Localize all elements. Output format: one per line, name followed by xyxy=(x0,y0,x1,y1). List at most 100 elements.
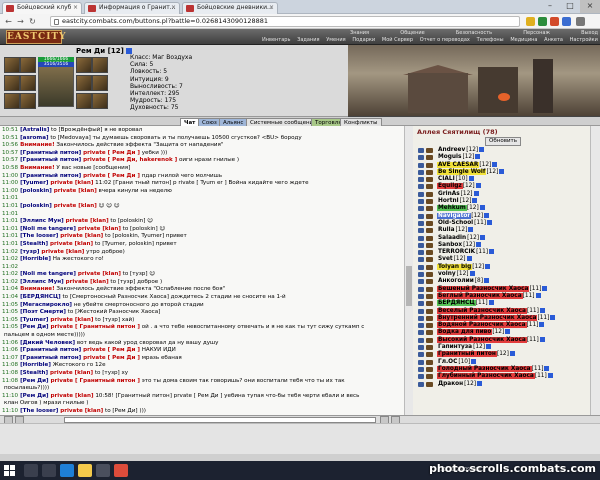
user-name[interactable]: volny xyxy=(437,271,457,277)
private-icon[interactable] xyxy=(418,177,424,183)
forward-icon[interactable]: → xyxy=(15,16,26,27)
user-row[interactable]: Глубинный Разносчик Хаоса[11] xyxy=(415,373,595,380)
private-icon[interactable] xyxy=(418,359,424,365)
info-icon[interactable] xyxy=(484,278,490,284)
user-name[interactable]: GrinAs xyxy=(437,191,461,197)
sender-name[interactable]: [Мегаспирокло] xyxy=(20,302,72,308)
sender-name[interactable]: [БЕРДЯНСЦ] xyxy=(20,294,61,300)
private-icon[interactable] xyxy=(418,272,424,278)
user-row[interactable]: Дракон[12] xyxy=(415,380,595,388)
private-tag[interactable]: private [klan] xyxy=(52,188,97,194)
private-tag[interactable]: private [klan] xyxy=(76,226,121,232)
user-name[interactable]: TERRORCIK xyxy=(437,249,476,255)
user-name[interactable]: Be Single Wolf xyxy=(437,168,487,175)
equipment-slot[interactable] xyxy=(20,57,36,73)
private-tag[interactable]: private [ Рем Ди ] xyxy=(81,150,140,156)
equipment-slot[interactable] xyxy=(76,57,92,73)
private-icon[interactable] xyxy=(418,279,424,285)
user-name[interactable]: Andreev xyxy=(437,147,466,153)
equipment-slot[interactable] xyxy=(4,93,20,109)
user-row[interactable]: Веселый Разносчик Хаоса[11] xyxy=(415,307,595,315)
private-tag[interactable]: Внимание! xyxy=(20,286,55,292)
sender-name[interactable]: [Stealth] xyxy=(20,241,48,247)
private-icon[interactable] xyxy=(418,286,424,292)
user-name[interactable]: Анкоголии xyxy=(437,278,475,284)
info-icon[interactable] xyxy=(509,351,515,357)
private-icon[interactable] xyxy=(418,315,424,321)
private-tag[interactable]: private [ Рем Ди ] xyxy=(81,347,140,353)
info-icon[interactable] xyxy=(505,329,511,335)
private-icon[interactable] xyxy=(418,323,424,329)
nav-link[interactable]: Анкета xyxy=(544,37,563,44)
info-icon[interactable] xyxy=(471,358,477,364)
sender-name[interactable]: [Tyumer] xyxy=(20,180,48,186)
nav-link[interactable]: Умения xyxy=(326,37,345,44)
edge-icon[interactable] xyxy=(60,464,74,477)
sender-name[interactable]: [The looser] xyxy=(20,408,58,414)
private-tag[interactable]: private [klan] xyxy=(64,279,109,285)
character-name[interactable]: Рем Ди [12] xyxy=(76,47,132,55)
page-info-icon[interactable] xyxy=(54,19,59,25)
info-icon[interactable] xyxy=(472,198,478,204)
url-field[interactable]: eastcity.combats.com/buttons.pl?battle=0… xyxy=(50,16,520,27)
info-icon[interactable] xyxy=(476,241,481,247)
user-name[interactable]: Водяной Разносчик Хаоса xyxy=(437,322,527,329)
sender-name[interactable]: [Horrible] xyxy=(20,256,51,262)
sender-name[interactable]: [Tyumer] xyxy=(20,317,48,323)
info-icon[interactable] xyxy=(475,154,481,160)
user-name[interactable]: Беглый Разносчик Хаоса xyxy=(437,292,523,299)
info-icon[interactable] xyxy=(499,168,505,174)
info-icon[interactable] xyxy=(535,292,541,298)
private-tag[interactable]: private [klan] xyxy=(48,317,93,323)
sender-name[interactable]: [The looser] xyxy=(20,233,58,239)
user-row[interactable]: CIALI[10] xyxy=(415,176,595,183)
info-icon[interactable] xyxy=(475,183,481,189)
user-name[interactable]: Hortnl xyxy=(437,198,460,204)
equipment-slot[interactable] xyxy=(20,75,36,91)
info-icon[interactable] xyxy=(468,176,474,182)
sender-name[interactable]: [Noli me tangere] xyxy=(20,226,76,232)
sender-name[interactable]: [Рем Ди] xyxy=(20,324,48,330)
info-icon[interactable] xyxy=(539,322,545,328)
close-window-icon[interactable]: × xyxy=(580,0,600,13)
user-row[interactable]: Salaadin[12] xyxy=(415,234,595,242)
private-icon[interactable] xyxy=(418,206,424,212)
refresh-button[interactable]: Обновить xyxy=(485,137,521,146)
user-row[interactable]: Анкоголии[8] xyxy=(415,278,595,285)
info-icon[interactable] xyxy=(469,271,475,277)
user-name[interactable]: Веселый Разносчик Хаоса xyxy=(437,307,527,314)
sender-name[interactable]: [asroma] xyxy=(20,135,48,141)
user-row[interactable]: Be Single Wolf[12] xyxy=(415,168,595,176)
user-row[interactable]: Old-School[11] xyxy=(415,219,595,227)
user-row[interactable]: БЕРДЯНСЦ[11] xyxy=(415,300,595,307)
private-icon[interactable] xyxy=(418,264,424,270)
chrome-icon[interactable] xyxy=(114,464,128,477)
user-name[interactable]: Дракон xyxy=(437,381,464,387)
private-icon[interactable] xyxy=(418,155,424,161)
user-name[interactable]: Бешеный Разносчик Хаоса xyxy=(437,285,530,292)
sender-name[interactable]: [Astralis] xyxy=(20,127,49,133)
private-icon[interactable] xyxy=(418,213,424,219)
extension-icon[interactable] xyxy=(550,17,559,26)
menu-icon[interactable] xyxy=(576,17,585,26)
user-row[interactable]: Гл.ОС[10] xyxy=(415,358,595,366)
equipment-slot[interactable] xyxy=(4,75,20,91)
tab-chat[interactable]: Чат xyxy=(180,118,200,126)
sender-name[interactable]: [Эллипс Мун] xyxy=(20,218,64,224)
nav-link[interactable]: Мой Сервер xyxy=(382,37,413,44)
user-name[interactable]: Svet xyxy=(437,256,454,262)
user-row[interactable]: GrinAs[12] xyxy=(415,190,595,198)
sender-name[interactable]: [Гранитный питон] xyxy=(20,173,81,179)
private-tag[interactable]: private [ Рем Ди, hakerenok ] xyxy=(81,157,177,163)
private-tag[interactable]: private [klan] xyxy=(49,393,94,399)
private-tag[interactable]: private [ Рем Ди ] xyxy=(81,173,140,179)
sender-name[interactable]: [Рем Ди] xyxy=(20,393,48,399)
nav-link[interactable]: Телефоны xyxy=(477,37,504,44)
info-icon[interactable] xyxy=(544,365,550,371)
close-tab-icon[interactable]: × xyxy=(73,4,78,11)
nav-link[interactable]: Подарки xyxy=(352,37,375,44)
equipment-slot[interactable] xyxy=(76,93,92,109)
user-row[interactable]: Navigator[12] xyxy=(415,212,595,220)
private-tag[interactable]: private [klan] xyxy=(52,203,97,209)
private-icon[interactable] xyxy=(418,191,424,197)
